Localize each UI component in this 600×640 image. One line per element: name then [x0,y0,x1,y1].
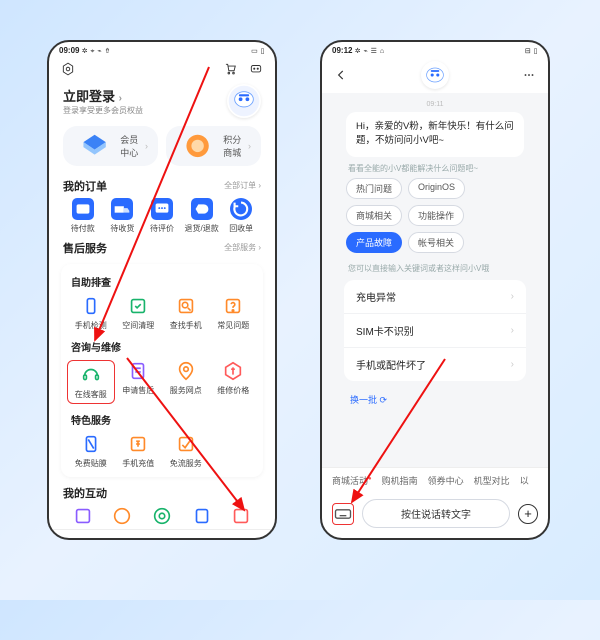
member-pill[interactable]: 会员中心› [63,126,158,166]
status-bar: 09:12 ✲ ⌁ ☰ ⌂ ⊟ ▯ [322,42,548,57]
back-icon[interactable] [334,68,348,82]
svc-faq[interactable]: 常见问题 [210,295,258,331]
faq-1[interactable]: SIM卡不识别› [344,314,526,348]
greeting-bubble: Hi，亲爱的V粉，新年快乐！有什么问题，不妨问问小V吧~ [346,112,524,157]
phone-right: 09:12 ✲ ⌁ ☰ ⌂ ⊟ ▯ 09:11 Hi，亲爱的V粉，新年快乐！有什… [320,40,550,540]
input-bar: 按住说话转文字 + [322,493,548,538]
tab-2[interactable]: 社区 [139,534,184,540]
faq-2[interactable]: 手机或配件坏了› [344,348,526,381]
chip-2[interactable]: 商城相关 [346,205,402,226]
plus-icon[interactable]: + [518,504,538,524]
svc-apply-after[interactable]: 申请售后 [115,360,163,404]
order-ship[interactable]: 待收货 [103,198,143,234]
svc-cleanup[interactable]: 空间清理 [115,295,163,331]
phone-left: 09:09 ✲ ⌖ ⌁ ⇮ ▭ ▯ 立即登录 › 登录享受更多会员权益 会员中心… [47,40,277,540]
bottom-tags: 商城活动● 购机指南 领券中心 机型对比 以 [322,467,548,493]
svc-recharge[interactable]: 手机充值 [115,433,163,469]
tab-0[interactable]: 推荐 [49,534,94,540]
order-review[interactable]: 待评价 [142,198,182,234]
chip-1[interactable]: OriginOS [408,178,465,199]
orders-section: 我的订单 全部订单 › 待付款 待收货 待评价 退货/退款 回收单 [49,174,275,236]
status-bar: 09:09 ✲ ⌖ ⌁ ⇮ ▭ ▯ [49,42,275,58]
tab-4[interactable]: 我的 [230,534,275,540]
btag-1[interactable]: 购机指南 [382,474,418,487]
orders-title: 我的订单 [63,178,107,194]
refresh-link[interactable]: 换一批 ⟳ [332,387,538,408]
order-pay[interactable]: 待付款 [63,198,103,234]
timestamp: 09:11 [332,101,538,108]
int-1[interactable] [63,505,103,527]
int-3[interactable] [142,505,182,527]
voice-input[interactable]: 按住说话转文字 [362,499,510,528]
hint-1: 看看全能的小V都能解决什么问题吧~ [348,163,522,174]
svc-free-data[interactable]: 免流服务 [162,433,210,469]
login-block[interactable]: 立即登录 › 登录享受更多会员权益 [49,82,275,118]
chip-3[interactable]: 功能操作 [408,205,464,226]
svc-online-support[interactable]: 在线客服 [67,360,115,404]
btag-2[interactable]: 领券中心 [428,474,464,487]
avatar[interactable] [227,84,261,118]
tab-bar: 推荐 逛逛 社区 会员 我的 [49,529,275,540]
svc-film[interactable]: 免费贴膜 [67,433,115,469]
cart-icon[interactable] [223,62,237,76]
int-4[interactable] [182,505,222,527]
orders-more[interactable]: 全部订单 › [224,180,261,191]
order-refund[interactable]: 退货/退款 [182,198,222,234]
chip-4[interactable]: 产品故障 [346,232,402,253]
bot-avatar [421,61,449,89]
service-card: 自助排查 手机检测 空间清理 查找手机 常见问题 咨询与维修 在线客服 申请售后… [61,264,263,477]
tab-1[interactable]: 逛逛 [94,534,139,540]
tab-3[interactable]: 会员 [185,534,230,540]
svc-location[interactable]: 服务网点 [162,360,210,404]
order-recycle[interactable]: 回收单 [221,198,261,234]
points-pill[interactable]: 积分商城› [166,126,261,166]
btag-3[interactable]: 机型对比 [474,474,510,487]
top-bar [49,58,275,82]
int-5[interactable] [221,505,261,527]
svc-find-phone[interactable]: 查找手机 [162,295,210,331]
svc-phone-check[interactable]: 手机检测 [67,295,115,331]
settings-icon[interactable] [61,62,75,76]
btag-0[interactable]: 商城活动● [332,474,372,487]
svc-repair-price[interactable]: 维修价格 [210,360,258,404]
chip-5[interactable]: 帐号相关 [408,232,464,253]
message-icon[interactable] [249,62,263,76]
int-2[interactable] [103,505,143,527]
btag-4[interactable]: 以 [520,474,529,487]
more-icon[interactable] [522,68,536,82]
faq-0[interactable]: 充电异常› [344,280,526,314]
service-more[interactable]: 全部服务 › [224,242,261,253]
hint-2: 您可以直接输入关键词或者这样问小V哦 [348,263,522,274]
service-title: 售后服务 [63,240,107,256]
category-chips: 热门问题 OriginOS 商城相关 功能操作 产品故障 帐号相关 [332,178,538,257]
faq-list: 充电异常› SIM卡不识别› 手机或配件坏了› [344,280,526,381]
interact-section: 我的互动 [49,481,275,529]
chip-0[interactable]: 热门问题 [346,178,402,199]
keyboard-icon[interactable] [332,503,354,525]
